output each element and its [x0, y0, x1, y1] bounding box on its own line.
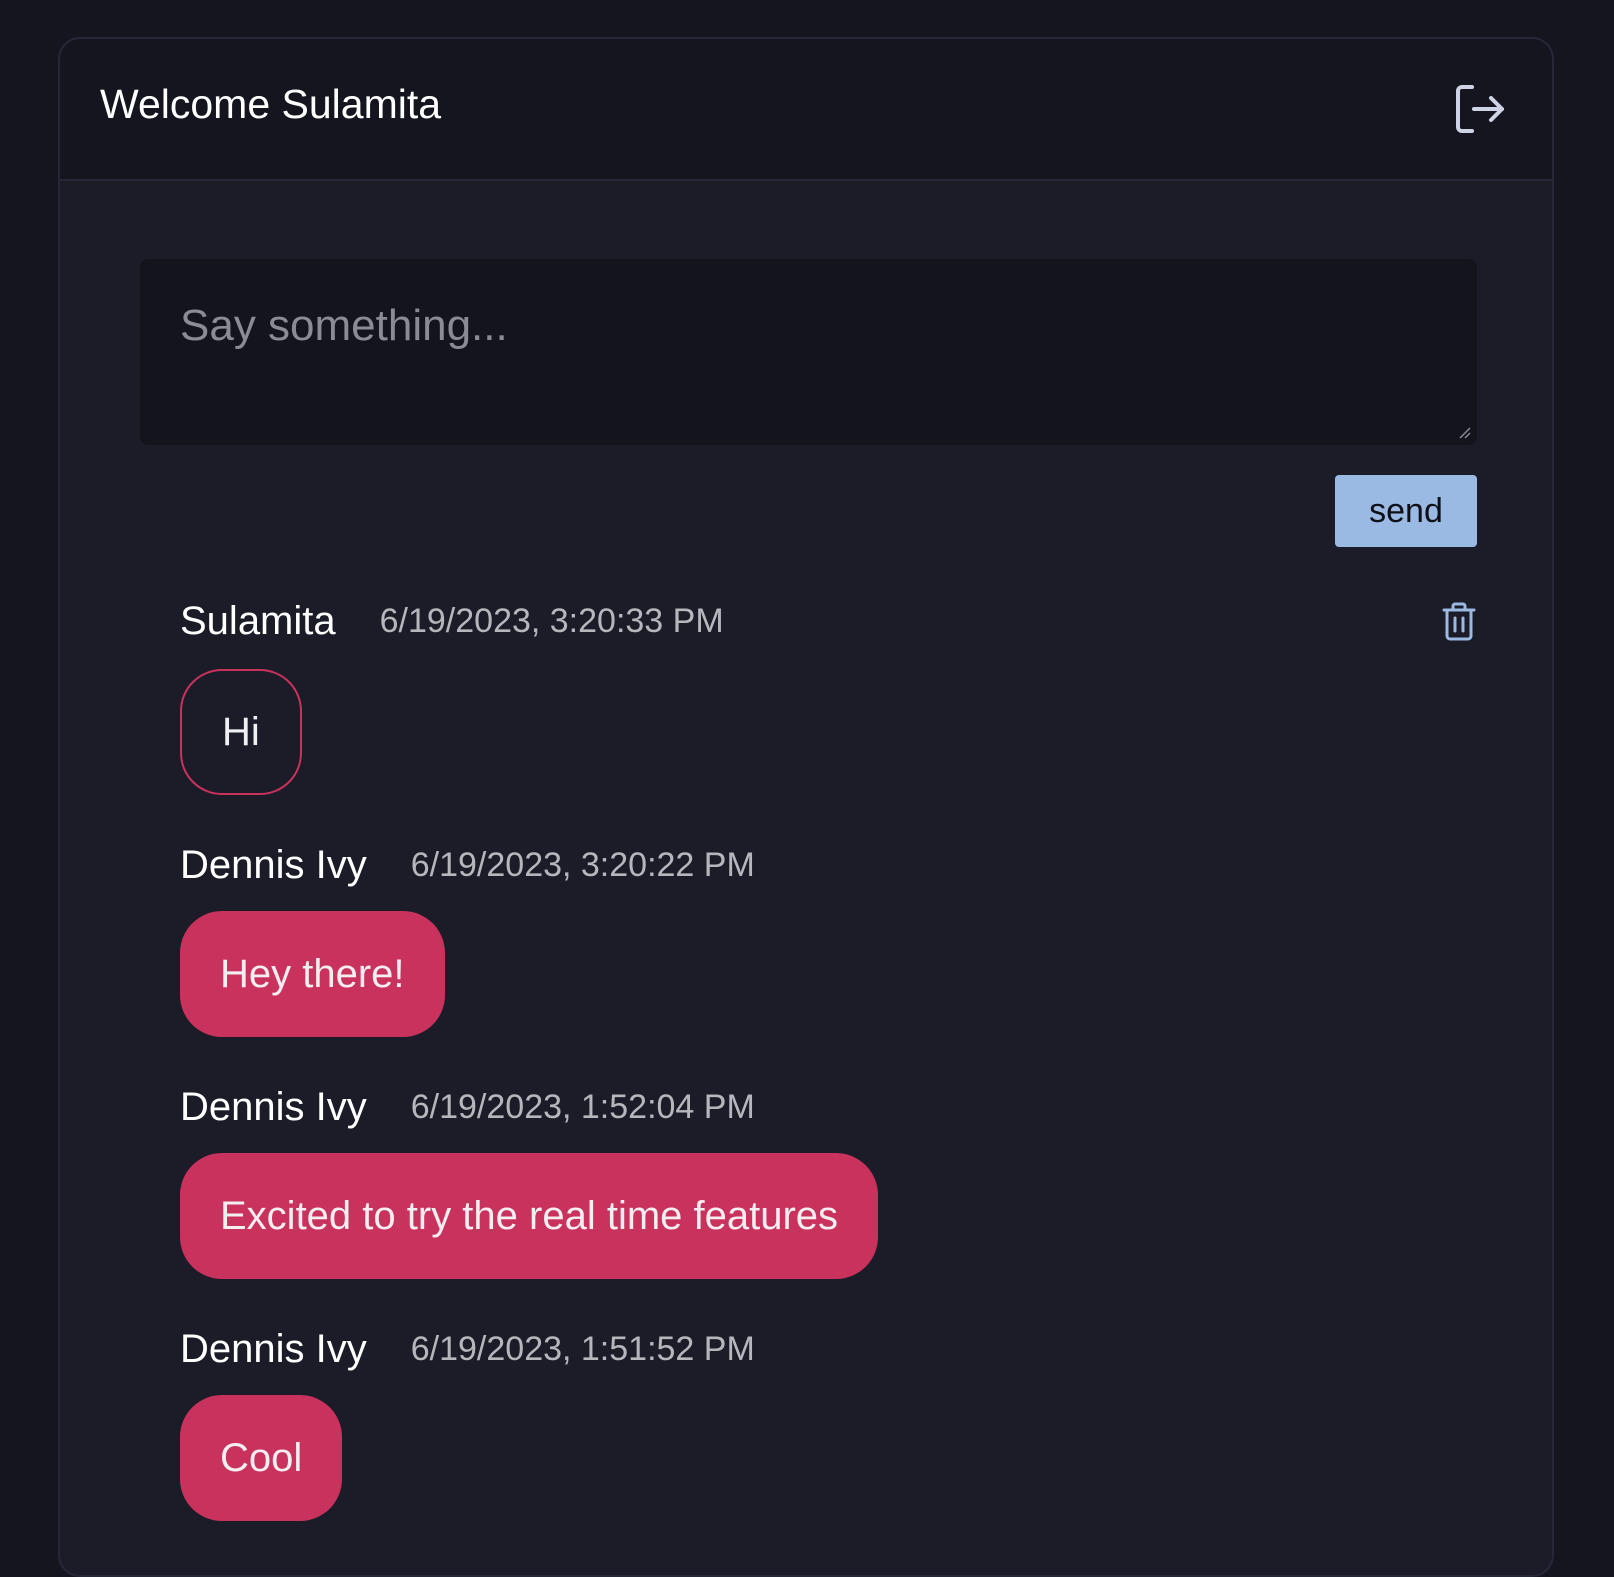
send-row: send [140, 475, 1477, 547]
message-list: Sulamita 6/19/2023, 3:20:33 PM Hi Dennis… [140, 597, 1477, 1521]
welcome-title: Welcome Sulamita [100, 80, 442, 127]
message-input[interactable] [140, 259, 1477, 445]
message-bubble: Hi [180, 669, 302, 795]
trash-icon[interactable] [1441, 601, 1477, 641]
message-header: Dennis Ivy 6/19/2023, 1:51:52 PM [180, 1325, 1477, 1373]
message-author: Sulamita [180, 598, 336, 643]
message-bubble: Excited to try the real time features [180, 1153, 879, 1279]
send-button[interactable]: send [1335, 475, 1477, 547]
message-timestamp: 6/19/2023, 3:20:22 PM [410, 845, 755, 884]
chat-room-panel: Welcome Sulamita send Sulamita [58, 37, 1554, 1577]
message-timestamp: 6/19/2023, 1:52:04 PM [410, 1087, 755, 1126]
message-header: Dennis Ivy 6/19/2023, 1:52:04 PM [180, 1083, 1477, 1131]
message-author: Dennis Ivy [180, 1326, 367, 1371]
message-header: Dennis Ivy 6/19/2023, 3:20:22 PM [180, 841, 1477, 889]
message-item: Dennis Ivy 6/19/2023, 3:20:22 PM Hey the… [180, 841, 1477, 1037]
message-author: Dennis Ivy [180, 842, 367, 887]
message-item: Dennis Ivy 6/19/2023, 1:52:04 PM Excited… [180, 1083, 1477, 1279]
logout-icon[interactable] [1452, 81, 1508, 137]
message-header: Sulamita 6/19/2023, 3:20:33 PM [180, 597, 1477, 645]
chat-body: send Sulamita 6/19/2023, 3:20:33 PM Hi [60, 181, 1552, 1521]
message-bubble: Cool [180, 1395, 343, 1521]
header: Welcome Sulamita [60, 39, 1552, 181]
message-item: Sulamita 6/19/2023, 3:20:33 PM Hi [180, 597, 1477, 795]
resize-handle-icon[interactable] [1457, 425, 1471, 439]
message-timestamp: 6/19/2023, 3:20:33 PM [379, 601, 724, 640]
message-form: send [140, 259, 1477, 547]
message-composer [140, 259, 1477, 445]
message-timestamp: 6/19/2023, 1:51:52 PM [410, 1329, 755, 1368]
message-item: Dennis Ivy 6/19/2023, 1:51:52 PM Cool [180, 1325, 1477, 1521]
message-bubble: Hey there! [180, 911, 445, 1037]
message-author: Dennis Ivy [180, 1084, 367, 1129]
